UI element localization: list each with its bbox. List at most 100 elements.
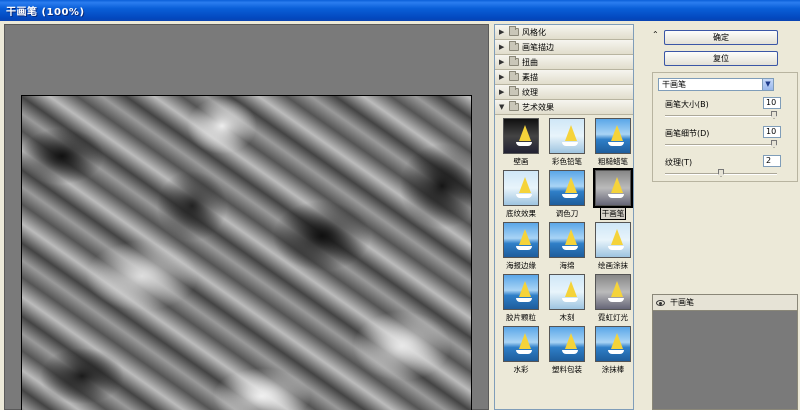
filter-label: 调色刀 [555,209,579,218]
folder-open-icon [509,101,519,111]
preview-image[interactable] [21,95,472,410]
folder-icon [509,86,519,96]
category-item[interactable]: ▶ 素描 [495,70,633,85]
category-artistic[interactable]: ▼ 艺术效果 [495,100,633,115]
chevron-down-icon: ▼ [499,103,505,111]
slider-thumb[interactable] [771,140,777,148]
param-value-input[interactable]: 10 [763,126,781,138]
filter-thumbnail[interactable]: 干画笔 [591,168,633,220]
filter-thumbnail[interactable]: 绘画涂抹 [591,222,633,271]
eye-icon[interactable] [656,299,665,306]
filter-preview-image[interactable] [549,326,585,362]
param-value-input[interactable]: 10 [763,97,781,109]
category-label: 画笔描边 [522,42,554,52]
filter-label: 彩色铅笔 [552,157,582,166]
filter-thumbnail[interactable]: 海绵 [545,222,589,271]
filter-label: 胶片颗粒 [506,313,536,322]
filter-thumbnail[interactable]: 胶片颗粒 [499,274,543,323]
param-row: 纹理(T) 2 [665,155,793,183]
filter-thumbnail[interactable]: 木刻 [545,274,589,323]
chevron-right-icon: ▶ [499,58,505,66]
category-label: 纹理 [522,87,538,97]
param-label: 画笔细节(D) [665,129,710,138]
filter-thumbnail[interactable]: 调色刀 [545,170,589,219]
collapse-gallery-icon[interactable]: ⌃ [652,30,659,39]
filter-preview-image[interactable] [593,168,633,208]
ok-button[interactable]: 确定 [664,30,778,45]
category-item[interactable]: ▶ 纹理 [495,85,633,100]
filter-thumbnail[interactable]: 水彩 [499,326,543,375]
category-item[interactable]: ▶ 风格化 [495,25,633,40]
chevron-right-icon: ▶ [499,28,505,36]
filter-thumbnails: 壁画 彩色铅笔 粗糙蜡笔底纹效果 调色刀 干画笔海报边缘 海绵 绘画涂抹胶片颗粒 木刻 霓虹灯光… [495,115,633,378]
chevron-right-icon: ▶ [499,73,505,81]
settings-panel: ⌃ 确定 复位 干画笔 ▼ 画笔大小(B) 10 画笔细节(D) 10 纹理(T) 2 干… [638,24,800,410]
param-row: 画笔细节(D) 10 [665,126,793,154]
filter-preview-image[interactable] [503,326,539,362]
filter-thumbnail[interactable]: 彩色铅笔 [545,118,589,167]
param-label: 画笔大小(B) [665,100,709,109]
filter-preview-image[interactable] [595,326,631,362]
filter-label: 海绵 [559,261,575,270]
filter-preview-image[interactable] [503,274,539,310]
slider-thumb[interactable] [771,111,777,119]
filter-label: 干画笔 [599,207,627,220]
folder-icon [509,56,519,66]
filter-preview-image[interactable] [503,222,539,258]
filter-label: 塑料包装 [552,365,582,374]
title-bar: 干画笔 (100%) [0,0,800,21]
filter-preview-image[interactable] [549,222,585,258]
param-row: 画笔大小(B) 10 [665,97,793,125]
param-label: 纹理(T) [665,158,693,167]
param-value-input[interactable]: 2 [763,155,781,167]
filter-preview-image[interactable] [595,118,631,154]
filter-preview-image[interactable] [595,274,631,310]
filter-thumbnail[interactable]: 粗糙蜡笔 [591,118,633,167]
filter-thumbnail[interactable]: 海报边缘 [499,222,543,271]
chevron-right-icon: ▶ [499,43,505,51]
filter-gallery: ▶ 风格化 ▶ 画笔描边 ▶ 扭曲 ▶ 素描 ▶ 纹理 ▼ 艺术效果 壁画 彩色铅笔 粗糙蜡笔底纹效果… [494,24,634,410]
effect-layer[interactable]: 干画笔 [653,295,797,311]
slider-track[interactable] [665,115,777,117]
filter-thumbnail[interactable]: 底纹效果 [499,170,543,219]
filter-thumbnail[interactable]: 霓虹灯光 [591,274,633,323]
filter-label: 霓虹灯光 [598,313,628,322]
filter-label: 涂抹棒 [601,365,625,374]
dropdown-arrow-icon[interactable]: ▼ [762,79,773,90]
filter-label: 海报边缘 [506,261,536,270]
filter-preview-image[interactable] [549,118,585,154]
filter-preview-image[interactable] [549,170,585,206]
layer-label: 干画笔 [670,298,694,307]
filter-preview-image[interactable] [503,170,539,206]
folder-icon [509,41,519,51]
folder-icon [509,71,519,81]
filter-label: 木刻 [559,313,575,322]
filter-label: 绘画涂抹 [598,261,628,270]
preview-pane[interactable] [4,24,489,410]
category-label: 素描 [522,72,538,82]
folder-icon [509,26,519,36]
filter-label: 底纹效果 [506,209,536,218]
window-title: 干画笔 (100%) [6,7,85,18]
slider-track[interactable] [665,144,777,146]
filter-thumbnail[interactable]: 涂抹棒 [591,326,633,375]
filter-select-value: 干画笔 [662,80,686,89]
category-item[interactable]: ▶ 画笔描边 [495,40,633,55]
slider-thumb[interactable] [718,169,724,177]
effect-layers: 干画笔 [652,294,798,410]
category-label: 扭曲 [522,57,538,67]
filter-label: 粗糙蜡笔 [598,157,628,166]
category-label: 艺术效果 [522,102,554,112]
filter-preview-image[interactable] [595,222,631,258]
filter-settings: 干画笔 ▼ 画笔大小(B) 10 画笔细节(D) 10 纹理(T) 2 [652,72,798,182]
filter-preview-image[interactable] [503,118,539,154]
category-label: 风格化 [522,27,546,37]
filter-preview-image[interactable] [549,274,585,310]
reset-button[interactable]: 复位 [664,51,778,66]
filter-select[interactable]: 干画笔 ▼ [658,78,774,91]
filter-label: 水彩 [513,365,529,374]
category-item[interactable]: ▶ 扭曲 [495,55,633,70]
chevron-right-icon: ▶ [499,88,505,96]
filter-thumbnail[interactable]: 壁画 [499,118,543,167]
filter-thumbnail[interactable]: 塑料包装 [545,326,589,375]
